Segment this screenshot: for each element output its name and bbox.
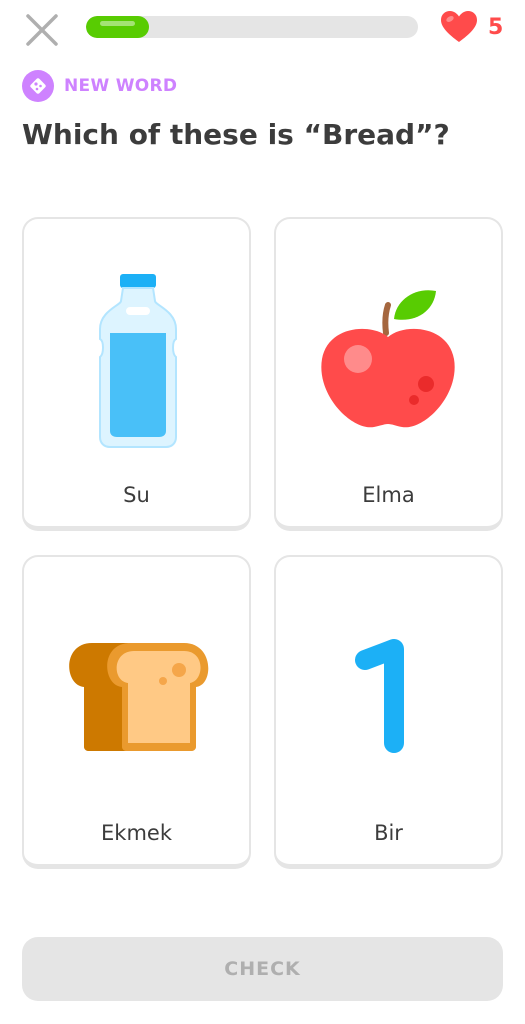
progress-shine xyxy=(100,21,135,26)
option-card-su[interactable]: Su xyxy=(22,217,251,531)
close-button[interactable] xyxy=(22,10,62,50)
hearts-count: 5 xyxy=(488,15,504,40)
apple-icon xyxy=(321,290,455,428)
option-card-elma[interactable]: Elma xyxy=(274,217,503,531)
check-button[interactable]: CHECK xyxy=(22,937,503,1001)
progress-fill xyxy=(86,16,149,38)
new-word-label: NEW WORD xyxy=(64,76,178,96)
new-word-icon xyxy=(22,70,54,102)
heart-icon xyxy=(441,11,477,42)
lesson-progress-bar xyxy=(86,16,418,38)
option-label: Su xyxy=(123,483,150,507)
hearts-counter[interactable]: 5 xyxy=(440,8,520,48)
bread-icon xyxy=(69,643,209,751)
option-label: Elma xyxy=(362,483,415,507)
number-one-icon xyxy=(355,639,404,753)
new-word-badge: NEW WORD xyxy=(22,70,177,102)
option-card-ekmek[interactable]: Ekmek xyxy=(22,555,251,869)
water-bottle-icon xyxy=(99,274,177,448)
option-card-bir[interactable]: Bir xyxy=(274,555,503,869)
close-icon xyxy=(26,14,58,46)
question-title: Which of these is “Bread”? xyxy=(22,118,450,151)
option-label: Ekmek xyxy=(101,821,172,845)
option-label: Bir xyxy=(374,821,403,845)
top-bar: 5 xyxy=(0,0,525,60)
